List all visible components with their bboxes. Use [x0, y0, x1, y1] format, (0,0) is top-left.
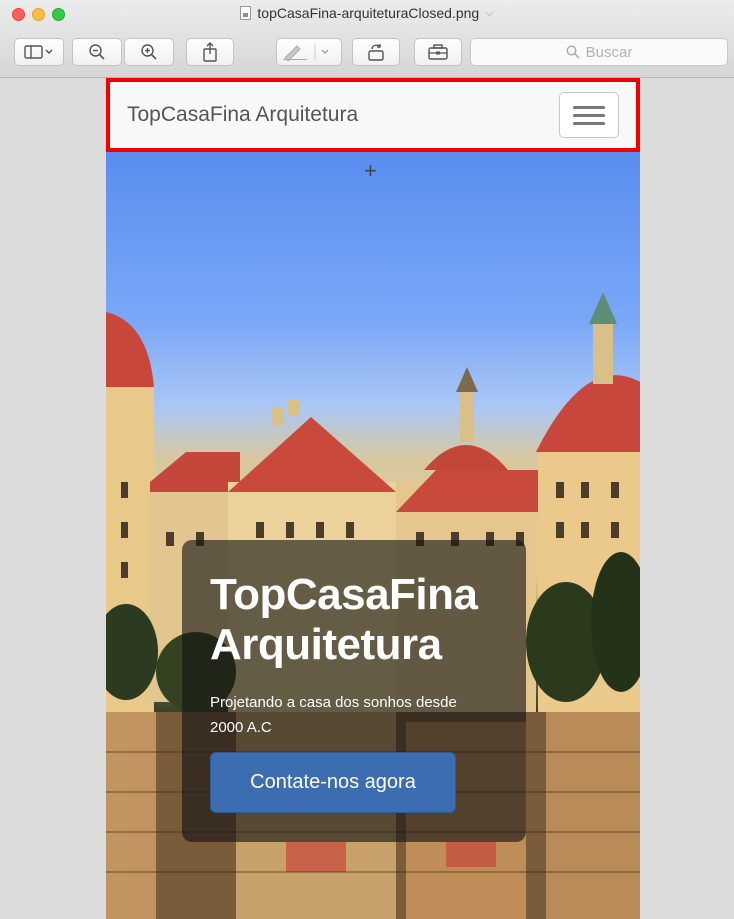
share-icon [203, 42, 217, 62]
share-button[interactable] [186, 38, 234, 66]
markup-icon [283, 43, 329, 61]
zoom-out-icon [89, 44, 105, 60]
zoom-in-icon [141, 44, 157, 60]
search-input[interactable]: Buscar [470, 38, 728, 66]
image-file-icon [240, 6, 252, 20]
sidebar-icon [24, 45, 53, 59]
toolbox-button[interactable] [414, 38, 462, 66]
hero-subtitle: Projetando a casa dos sonhos desde 2000 … [210, 694, 457, 736]
search-placeholder: Buscar [585, 43, 633, 61]
window-title-text: topCasaFina-arquiteturaClosed.png [257, 5, 480, 21]
zoom-in-button[interactable] [124, 38, 174, 66]
rotate-icon [368, 44, 384, 61]
zoom-out-button[interactable] [72, 38, 122, 66]
rotate-button[interactable] [352, 38, 400, 66]
hamburger-icon [573, 113, 605, 117]
hamburger-icon [573, 121, 605, 125]
site-navbar: TopCasaFina Arquitetura [106, 78, 640, 152]
sidebar-toggle-button[interactable] [14, 38, 64, 66]
markup-button[interactable] [276, 38, 342, 66]
navbar-brand[interactable]: TopCasaFina Arquitetura [127, 103, 358, 127]
hero-jumbotron: TopCasaFina Arquitetura Projetando a cas… [182, 540, 526, 842]
preview-window: topCasaFina-arquiteturaClosed.png ⌵ Busc… [0, 0, 734, 919]
hamburger-icon [573, 105, 605, 109]
navbar-toggle-button[interactable] [559, 92, 619, 138]
window-chrome: topCasaFina-arquiteturaClosed.png ⌵ Busc… [0, 0, 734, 78]
search-icon [566, 45, 580, 59]
contact-now-button[interactable]: Contate-nos agora [210, 752, 456, 813]
hero-section: + TopCasaFina Arquitetura Projetando a c… [106, 152, 640, 919]
hero-title: TopCasaFina Arquitetura [210, 570, 478, 669]
toolbox-icon [428, 44, 448, 60]
window-title[interactable]: topCasaFina-arquiteturaClosed.png ⌵ [0, 5, 734, 21]
chevron-down-icon: ⌵ [485, 6, 494, 19]
crosshair-icon: + [364, 158, 377, 183]
image-canvas: TopCasaFina Arquitetura + TopCasaFina Ar… [106, 78, 640, 919]
